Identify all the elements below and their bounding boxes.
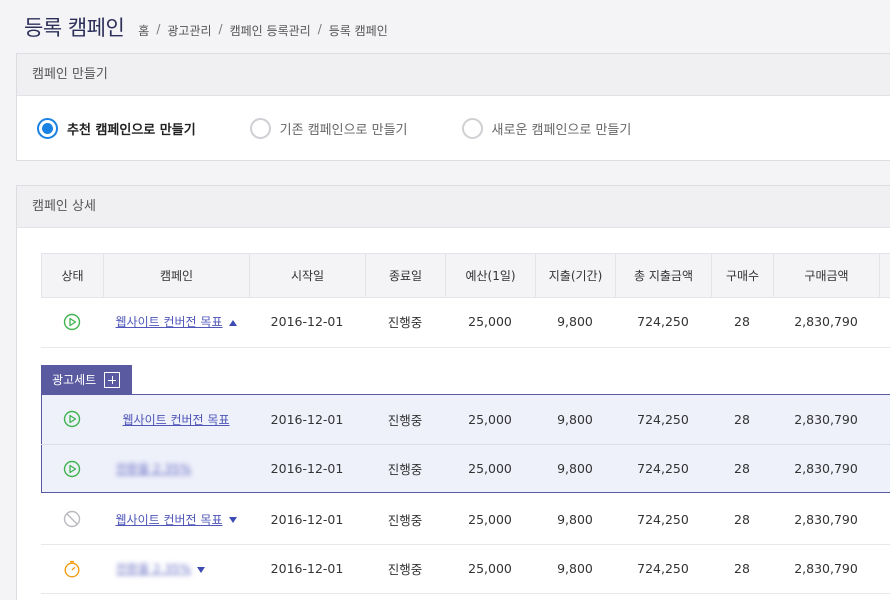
- purchase-count: 28: [711, 297, 773, 348]
- start-date: 2016-12-01: [249, 495, 365, 545]
- campaign-link-blurred[interactable]: 전환율 2.35%: [116, 562, 191, 576]
- radio-unselected-icon[interactable]: [249, 118, 271, 139]
- option-recommended-label: 추천 캠페인으로 만들기: [67, 123, 196, 138]
- table-row: 웹사이트 컨버전 목표 2016-12-01 진행중 25,000 9,800 …: [41, 297, 890, 348]
- budget: 25,000: [445, 544, 535, 594]
- purchase-count: 28: [711, 495, 773, 545]
- caret-up-icon[interactable]: [228, 319, 237, 326]
- campaign-rows-more: 웹사이트 컨버전 목표 2016-12-01 진행중 25,000 9,800 …: [41, 495, 890, 594]
- option-new[interactable]: 새로운 캠페인으로 만들기: [461, 118, 632, 139]
- col-campaign[interactable]: 캠페인: [103, 253, 250, 298]
- adset-tab-label: 광고세트: [52, 373, 97, 387]
- start-date: 2016-12-01: [270, 461, 344, 477]
- col-spend[interactable]: 지출(기간): [535, 253, 616, 298]
- create-option-group: 추천 캠페인으로 만들기 기존 캠페인으로 만들기 새로운 캠페인으로 만들기: [37, 118, 685, 139]
- option-new-label: 새로운 캠페인으로 만들기: [491, 123, 632, 138]
- timer-icon[interactable]: [63, 560, 81, 578]
- adset-tab[interactable]: 광고세트: [41, 365, 132, 394]
- purchase-amount: 2,830,790: [773, 395, 879, 445]
- option-existing-label: 기존 캠페인으로 만들기: [279, 123, 408, 138]
- option-existing[interactable]: 기존 캠페인으로 만들기: [249, 118, 408, 139]
- budget: 25,000: [445, 297, 535, 348]
- breadcrumb: 홈 / 광고관리 / 캠페인 등록관리 / 등록 캠페인: [138, 22, 387, 39]
- total-spend: 724,250: [615, 297, 711, 348]
- campaign-row-main: 웹사이트 컨버전 목표 2016-12-01 진행중 25,000 9,800 …: [41, 297, 890, 348]
- detail-panel-title: 캠페인 상세: [17, 186, 890, 228]
- table-row: 웹사이트 컨버전 목표 2016-12-01 진행중 25,000 9,800 …: [41, 395, 890, 445]
- radio-unselected-icon[interactable]: [461, 118, 483, 139]
- purchase-count: 28: [711, 544, 773, 594]
- spend: 9,800: [535, 395, 615, 445]
- campaign-link[interactable]: 웹사이트 컨버전 목표: [116, 513, 223, 527]
- campaign-table-header: 상태 캠페인 시작일 종료일 예산(1일) 지출(기간) 총 지출금액 구매수 …: [41, 253, 890, 298]
- end-date: 진행중: [365, 544, 445, 594]
- start-date: 2016-12-01: [249, 544, 365, 594]
- end-date: 진행중: [365, 297, 445, 348]
- col-total-spend[interactable]: 총 지출금액: [615, 253, 712, 298]
- spend: 9,800: [557, 461, 593, 477]
- stopped-icon[interactable]: [63, 510, 81, 528]
- option-recommended[interactable]: 추천 캠페인으로 만들기: [37, 118, 196, 139]
- col-start-date[interactable]: 시작일: [249, 253, 366, 298]
- breadcrumb-separator: /: [317, 22, 322, 36]
- col-budget[interactable]: 예산(1일): [445, 253, 536, 298]
- caret-down-icon[interactable]: [197, 566, 206, 573]
- col-end-date[interactable]: 종료일: [365, 253, 446, 298]
- create-panel-title: 캠페인 만들기: [17, 54, 890, 96]
- spend: 9,800: [535, 495, 615, 545]
- col-extra: [879, 253, 890, 298]
- breadcrumb-ad-management[interactable]: 광고관리: [167, 22, 211, 39]
- spend: 9,800: [535, 297, 615, 348]
- table-row: 웹사이트 컨버전 목표 2016-12-01 진행중 25,000 9,800 …: [41, 495, 890, 545]
- radio-selected-icon[interactable]: [37, 118, 58, 139]
- adset-link-blurred[interactable]: 전환율 2.35%: [116, 462, 191, 476]
- play-icon[interactable]: [63, 410, 81, 428]
- play-icon[interactable]: [63, 313, 81, 331]
- total-spend: 724,250: [615, 395, 711, 445]
- create-campaign-panel: 캠페인 만들기 추천 캠페인으로 만들기 기존 캠페인으로 만들기 새로운 캠페…: [16, 53, 890, 161]
- table-row: 전환율 2.35% 2016-12-01 진행중 25,000 9,800 72…: [41, 444, 890, 493]
- total-spend: 724,250: [615, 495, 711, 545]
- play-icon[interactable]: [63, 460, 81, 478]
- purchase-amount: 2,830,790: [773, 495, 879, 545]
- adset-group: 웹사이트 컨버전 목표 2016-12-01 진행중 25,000 9,800 …: [41, 394, 890, 493]
- breadcrumb-separator: /: [218, 22, 223, 36]
- campaign-link[interactable]: 웹사이트 컨버전 목표: [116, 315, 223, 329]
- col-purchase-amount[interactable]: 구매금액: [773, 253, 880, 298]
- purchase-amount: 2,830,790: [773, 297, 879, 348]
- breadcrumb-campaign-registration[interactable]: 캠페인 등록관리: [230, 22, 311, 39]
- end-date: 진행중: [365, 395, 445, 445]
- col-purchase-count[interactable]: 구매수: [711, 253, 774, 298]
- page-title: 등록 캠페인: [24, 16, 125, 40]
- breadcrumb-current: 등록 캠페인: [328, 24, 388, 38]
- breadcrumb-separator: /: [156, 22, 161, 36]
- spend: 9,800: [535, 544, 615, 594]
- budget: 25,000: [445, 495, 535, 545]
- adset-link[interactable]: 웹사이트 컨버전 목표: [123, 413, 230, 427]
- add-adset-icon[interactable]: [104, 371, 121, 388]
- caret-down-icon[interactable]: [228, 517, 237, 524]
- page-header: 등록 캠페인 홈 / 광고관리 / 캠페인 등록관리 / 등록 캠페인: [24, 12, 388, 42]
- breadcrumb-home[interactable]: 홈: [138, 22, 149, 39]
- campaign-detail-panel: 캠페인 상세 상태 캠페인 시작일 종료일 예산(1일) 지출(기간) 총 지출…: [16, 185, 890, 600]
- start-date: 2016-12-01: [249, 395, 365, 445]
- purchase-amount: 2,830,790: [794, 461, 858, 477]
- end-date: 진행중: [365, 495, 445, 545]
- total-spend: 724,250: [637, 461, 689, 477]
- budget: 25,000: [468, 461, 512, 477]
- col-status[interactable]: 상태: [41, 253, 104, 298]
- table-row: 전환율 2.35% 2016-12-01 진행중 25,000 9,800 72…: [41, 544, 890, 594]
- start-date: 2016-12-01: [249, 297, 365, 348]
- total-spend: 724,250: [615, 544, 711, 594]
- budget: 25,000: [445, 395, 535, 445]
- purchase-count: 28: [734, 461, 750, 477]
- purchase-amount: 2,830,790: [773, 544, 879, 594]
- purchase-count: 28: [711, 395, 773, 445]
- end-date: 진행중: [387, 462, 423, 478]
- adset-table: 웹사이트 컨버전 목표 2016-12-01 진행중 25,000 9,800 …: [41, 395, 890, 493]
